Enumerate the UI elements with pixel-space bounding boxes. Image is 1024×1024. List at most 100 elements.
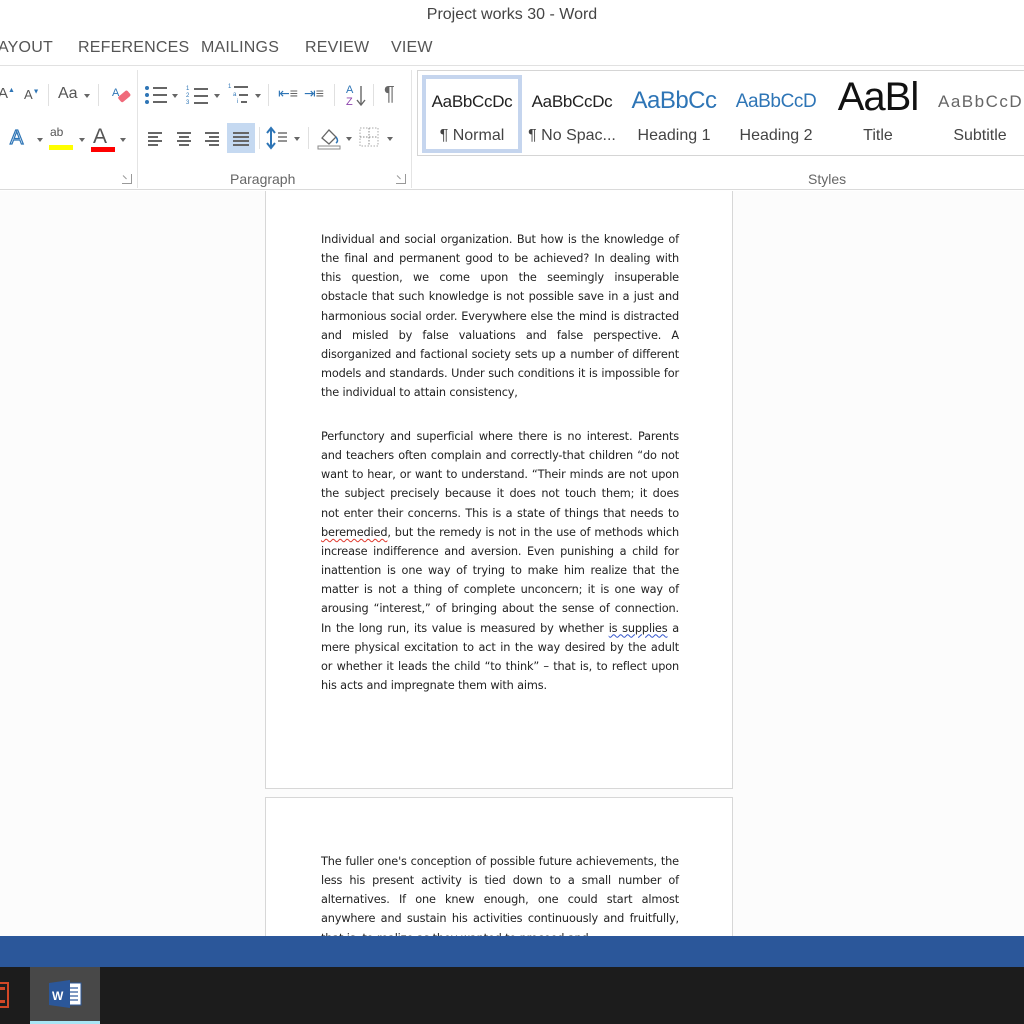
multilevel-dropdown-icon[interactable]	[255, 94, 261, 98]
style-title[interactable]: AaBl Title	[828, 73, 928, 153]
highlight-dropdown-icon[interactable]	[79, 138, 85, 142]
shading-dropdown-icon[interactable]	[346, 137, 352, 141]
align-right-button[interactable]	[199, 125, 225, 151]
text-effects-dropdown-icon[interactable]	[37, 138, 43, 142]
style-normal[interactable]: AaBbCcDc ¶ Normal	[422, 75, 522, 153]
paint-bucket-icon	[317, 129, 341, 150]
text-effects-icon: A	[9, 127, 24, 149]
shrink-font-button[interactable]: A▼	[24, 88, 40, 101]
bullets-dropdown-icon[interactable]	[172, 94, 178, 98]
decrease-indent-button[interactable]: ⇤≡	[278, 86, 298, 100]
style-subtitle[interactable]: AaBbCcD Subtitle	[930, 73, 1024, 153]
text-run: , but the remedy is not in the use of me…	[321, 525, 679, 635]
separator	[334, 84, 335, 106]
svg-text:Z: Z	[346, 96, 353, 108]
grow-font-icon: A	[0, 85, 9, 102]
paragraph[interactable]: Individual and social organization. But …	[321, 230, 679, 402]
borders-dropdown-icon[interactable]	[387, 137, 393, 141]
text-effects-button[interactable]: A	[9, 127, 24, 149]
status-bar	[0, 936, 1024, 967]
window-title: Project works 30 - Word	[426, 6, 598, 23]
bullets-button[interactable]	[145, 86, 167, 104]
align-left-button[interactable]	[142, 125, 168, 151]
style-name: ¶ No Spac...	[528, 127, 616, 144]
styles-group-label: Styles	[808, 171, 847, 187]
separator	[259, 127, 260, 149]
style-preview: AaBbCcD	[938, 92, 1024, 111]
change-case-button[interactable]: Aa	[58, 86, 78, 102]
style-no-spacing[interactable]: AaBbCcDc ¶ No Spac...	[522, 73, 622, 153]
styles-gallery: AaBbCcDc ¶ Normal AaBbCcDc ¶ No Spac... …	[417, 70, 1024, 156]
separator	[98, 84, 99, 106]
taskbar: W	[0, 967, 1024, 1024]
borders-icon	[359, 127, 379, 147]
line-spacing-dropdown-icon[interactable]	[294, 137, 300, 141]
shading-button[interactable]	[316, 124, 342, 153]
numbering-dropdown-icon[interactable]	[214, 94, 220, 98]
eraser-icon: A	[112, 87, 131, 103]
tab-mailings[interactable]: MAILINGS	[201, 39, 279, 57]
sort-button[interactable]: AZ	[345, 82, 367, 111]
numbering-button[interactable]: 123	[186, 86, 208, 106]
line-spacing-button[interactable]	[266, 126, 288, 153]
paragraph[interactable]: The fuller one's conception of possible …	[321, 852, 679, 936]
multilevel-list-button[interactable]: 1ai	[228, 84, 250, 105]
tab-review[interactable]: REVIEW	[305, 39, 369, 57]
style-preview: AaBbCc	[631, 87, 717, 114]
justify-button[interactable]	[227, 123, 255, 153]
paragraph-dialog-launcher[interactable]	[396, 174, 406, 184]
separator	[48, 84, 49, 106]
tab-references[interactable]: REFERENCES	[78, 39, 189, 57]
style-name: ¶ Normal	[439, 127, 505, 144]
document-workspace[interactable]: Individual and social organization. But …	[0, 191, 1024, 936]
increase-indent-button[interactable]: ⇥≡	[304, 86, 324, 100]
svg-text:W: W	[52, 989, 64, 1003]
highlight-button[interactable]: ab	[49, 125, 73, 150]
group-separator	[411, 70, 412, 188]
separator	[268, 84, 269, 106]
powerpoint-icon	[0, 982, 9, 1008]
font-color-dropdown-icon[interactable]	[120, 138, 126, 142]
change-case-icon: Aa	[58, 85, 78, 102]
group-separator	[137, 70, 138, 188]
change-case-dropdown-icon[interactable]	[84, 94, 90, 98]
decrease-indent-icon: ⇤	[278, 85, 290, 101]
show-formatting-button[interactable]: ¶	[384, 84, 395, 104]
font-color-swatch	[91, 147, 115, 152]
spelling-error[interactable]: beremedied	[321, 526, 388, 539]
borders-button[interactable]	[359, 127, 379, 150]
style-name: Heading 1	[637, 127, 711, 144]
taskbar-word[interactable]: W	[30, 967, 100, 1024]
paragraph[interactable]: Perfunctory and superficial where there …	[321, 427, 679, 695]
word-icon: W	[49, 980, 82, 1008]
paragraph-group-label: Paragraph	[230, 171, 296, 187]
style-name: Title	[863, 127, 893, 144]
pilcrow-icon: ¶	[384, 83, 395, 105]
highlight-color-swatch	[49, 145, 73, 150]
style-preview: AaBl	[837, 75, 920, 119]
sort-icon: AZ	[346, 84, 366, 108]
shrink-font-icon: A	[24, 87, 33, 102]
font-color-button[interactable]: A	[91, 126, 115, 152]
ribbon-tabs: AYOUT REFERENCES MAILINGS REVIEW VIEW	[0, 32, 1024, 66]
font-dialog-launcher[interactable]	[122, 174, 132, 184]
grow-font-button[interactable]: A▲	[0, 86, 15, 101]
style-preview: AaBbCcD	[735, 91, 817, 112]
text-run: Perfunctory and superficial where there …	[321, 430, 679, 520]
svg-text:A: A	[346, 84, 354, 96]
clear-formatting-button[interactable]: A	[110, 84, 132, 109]
separator	[373, 84, 374, 106]
document-page[interactable]: The fuller one's conception of possible …	[265, 797, 733, 936]
document-page[interactable]: Individual and social organization. But …	[265, 191, 733, 789]
highlighter-icon: ab	[50, 125, 64, 139]
grammar-error[interactable]: is supplies	[609, 622, 668, 635]
align-center-button[interactable]	[171, 125, 197, 151]
style-preview: AaBbCcDc	[531, 92, 613, 111]
taskbar-powerpoint[interactable]	[0, 967, 12, 1024]
line-spacing-icon	[266, 126, 287, 150]
style-heading-2[interactable]: AaBbCcD Heading 2	[726, 73, 826, 153]
tab-page-layout[interactable]: AYOUT	[0, 39, 53, 57]
increase-indent-icon: ⇥	[304, 85, 316, 101]
style-heading-1[interactable]: AaBbCc Heading 1	[624, 73, 724, 153]
tab-view[interactable]: VIEW	[391, 39, 433, 57]
